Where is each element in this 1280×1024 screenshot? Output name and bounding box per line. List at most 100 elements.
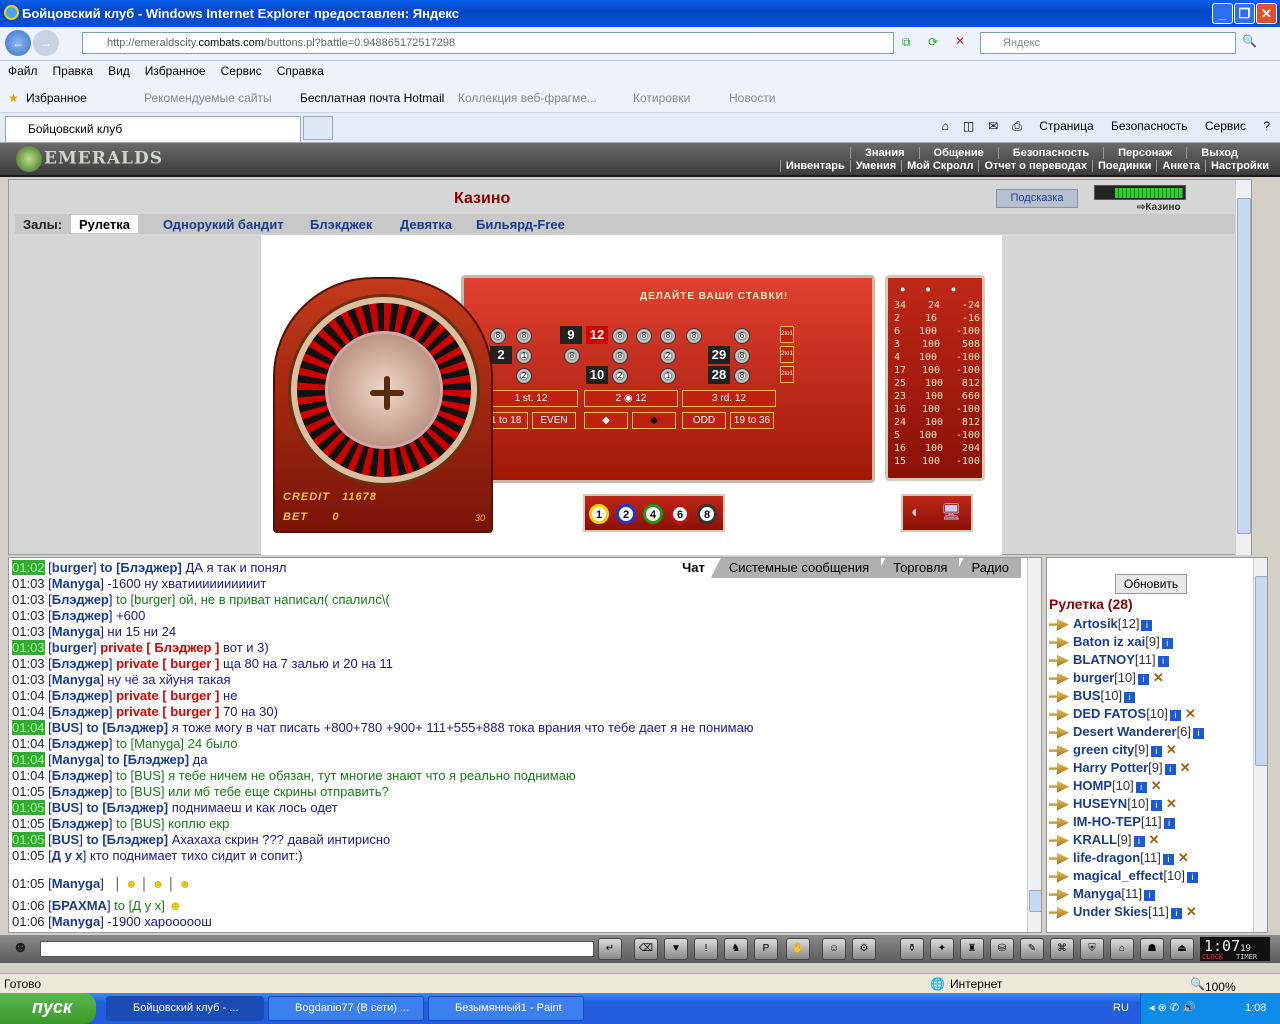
private-message-icon[interactable] xyxy=(1049,798,1069,811)
start-button[interactable]: пуск xyxy=(0,993,96,1024)
nav-inventory[interactable]: Инвентарь xyxy=(779,160,850,172)
message-time[interactable]: 01:06 xyxy=(12,914,45,929)
user-name[interactable]: Desert Wanderer xyxy=(1073,724,1177,739)
user-name[interactable]: BLATNOY xyxy=(1073,652,1135,667)
user-row[interactable]: life-dragon[11] i ✕ xyxy=(1049,850,1189,866)
fav-item-webslices[interactable]: Коллекция веб-фрагме... xyxy=(458,91,597,105)
info-icon[interactable]: i xyxy=(1135,782,1147,793)
hall-nine[interactable]: Девятка xyxy=(400,217,452,232)
bet-even[interactable]: EVEN xyxy=(532,412,576,429)
browser-tab[interactable]: Бойцовский клуб xyxy=(5,116,301,142)
user-row[interactable]: DED FATOS[10] i ✕ xyxy=(1049,706,1196,722)
message-time[interactable]: 01:05 xyxy=(12,876,45,891)
chip-1[interactable]: 1 xyxy=(589,504,609,524)
message-author[interactable]: BUS xyxy=(52,832,79,847)
user-name[interactable]: life-dragon xyxy=(1073,850,1140,865)
info-icon[interactable]: i xyxy=(1187,872,1199,883)
number-cell[interactable]: 9 xyxy=(560,326,582,344)
info-icon[interactable]: i xyxy=(1161,638,1173,649)
column-bet[interactable]: 2to1 xyxy=(780,366,794,383)
message-author[interactable]: BUS xyxy=(52,800,79,815)
task-ie[interactable]: Бойцовский клуб - ... xyxy=(106,996,264,1021)
smile-icon[interactable]: ☺ xyxy=(822,938,846,960)
refresh-button[interactable]: Обновить xyxy=(1115,574,1187,594)
private-message-icon[interactable] xyxy=(1049,906,1069,919)
refresh-icon[interactable]: ⟳ xyxy=(928,35,938,49)
message-private[interactable]: private [ burger ] xyxy=(116,656,219,671)
user-name[interactable]: burger xyxy=(1073,670,1114,685)
message-recipient[interactable]: to [Блэджер] xyxy=(86,720,168,735)
clear-icon[interactable]: ⌫ xyxy=(634,938,658,960)
message-recipient[interactable]: to [Блэджер] xyxy=(86,800,168,815)
message-author[interactable]: Manyga xyxy=(52,876,100,891)
user-row[interactable]: Manyga[11] i xyxy=(1049,886,1156,901)
nav-character[interactable]: Персонаж xyxy=(1103,147,1186,159)
shield-icon[interactable]: ⛨ xyxy=(1080,938,1104,960)
number-cell[interactable]: 12 xyxy=(586,326,608,344)
message-time[interactable]: 01:03 xyxy=(12,672,45,687)
message-author[interactable]: Д у х xyxy=(52,848,83,863)
private-message-icon[interactable] xyxy=(1049,690,1069,703)
menu-help[interactable]: Справка xyxy=(269,61,331,78)
user-row[interactable]: HUSEYN[10] i ✕ xyxy=(1049,796,1177,812)
private-message-icon[interactable] xyxy=(1049,672,1069,685)
bag-icon[interactable]: ♜ xyxy=(960,938,984,960)
tab-trade[interactable]: Торговля xyxy=(875,558,960,578)
message-time[interactable]: 01:03 xyxy=(12,608,45,623)
hand-icon[interactable]: ✋ xyxy=(786,938,810,960)
user-name[interactable]: DED FATOS xyxy=(1073,706,1146,721)
message-author[interactable]: Manyga xyxy=(52,624,100,639)
user-row[interactable]: Desert Wanderer[6] i xyxy=(1049,724,1205,739)
private-message-icon[interactable] xyxy=(1049,762,1069,775)
hint-button[interactable]: Подсказка xyxy=(996,189,1078,208)
nav-exit[interactable]: Выход xyxy=(1186,147,1252,159)
info-icon[interactable]: i xyxy=(1169,710,1181,721)
cmd-page[interactable]: Страница xyxy=(1039,119,1093,133)
tab-radio[interactable]: Радио xyxy=(953,558,1021,578)
message-author[interactable]: Manyga xyxy=(52,914,100,929)
message-private[interactable]: private [ burger ] xyxy=(116,688,219,703)
chat-icon[interactable]: ☻ xyxy=(12,939,29,957)
message-author[interactable]: Блэджер xyxy=(52,608,109,623)
user-row[interactable]: Harry Potter[9] i ✕ xyxy=(1049,760,1191,776)
spin-icon[interactable]: ◐ xyxy=(911,504,921,522)
translate-icon[interactable]: Р xyxy=(754,938,778,960)
alert-icon[interactable]: ! xyxy=(694,938,718,960)
message-time[interactable]: 01:06 xyxy=(12,898,45,913)
chat-input[interactable] xyxy=(40,941,594,957)
message-recipient[interactable]: to [burger] xyxy=(116,592,175,607)
message-recipient[interactable]: to [Д у х] xyxy=(114,898,165,913)
message-author[interactable]: Блэджер xyxy=(52,816,109,831)
number-cell[interactable]: 2 xyxy=(490,346,512,364)
info-icon[interactable]: i xyxy=(1162,854,1174,865)
menu-edit[interactable]: Правка xyxy=(45,61,101,78)
user-name[interactable]: IM-HO-TEP xyxy=(1073,814,1141,829)
stop-icon[interactable]: ✕ xyxy=(955,34,965,48)
tab-chat[interactable]: Чат xyxy=(664,558,717,578)
info-icon[interactable]: i xyxy=(1141,620,1153,631)
user-name[interactable]: Under Skies xyxy=(1073,904,1148,919)
user-row[interactable]: magical_effect[10] i xyxy=(1049,868,1199,883)
user-name[interactable]: HOMP xyxy=(1073,778,1112,793)
dozen-first[interactable]: 1 st. 12 xyxy=(484,390,578,407)
forward-button[interactable]: → xyxy=(33,30,59,56)
menu-view[interactable]: Вид xyxy=(100,61,137,78)
user-row[interactable]: BUS[10] i xyxy=(1049,688,1136,703)
nav-scroll[interactable]: Мой Скролл xyxy=(901,160,978,172)
chip-6[interactable]: 6 xyxy=(670,504,690,524)
nav-skills[interactable]: Умения xyxy=(849,160,901,172)
walk-icon[interactable]: ♞ xyxy=(724,938,748,960)
user-name[interactable]: Baton iz xai xyxy=(1073,634,1145,649)
private-message-icon[interactable] xyxy=(1049,870,1069,883)
user-row[interactable]: HOMP[10] i ✕ xyxy=(1049,778,1162,794)
task-skype[interactable]: Bogdanio77 (В сети) ... xyxy=(268,996,424,1021)
info-icon[interactable]: i xyxy=(1163,818,1175,829)
home-icon[interactable]: ⌂ xyxy=(942,119,949,133)
send-icon[interactable]: ↵ xyxy=(598,938,622,960)
map-icon[interactable]: ⌘ xyxy=(1050,938,1074,960)
message-private[interactable]: private [ burger ] xyxy=(116,704,219,719)
user-name[interactable]: KRALL xyxy=(1073,832,1117,847)
user-row[interactable]: BLATNOY[11] i xyxy=(1049,652,1169,667)
gold-icon[interactable]: ⛁ xyxy=(990,938,1014,960)
cmd-security[interactable]: Безопасность xyxy=(1111,119,1188,133)
